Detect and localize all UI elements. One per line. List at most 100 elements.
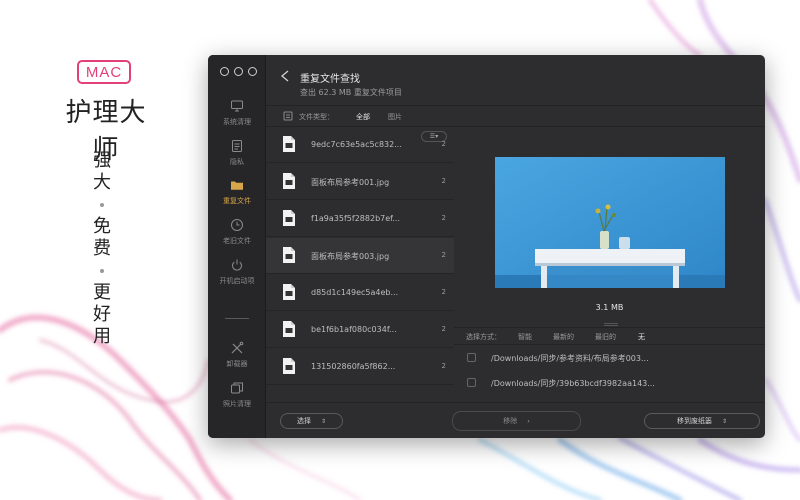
filter-option-images[interactable]: 图片 (388, 112, 402, 122)
clock-icon (231, 219, 243, 231)
sidebar-item-label: 卸载器 (226, 360, 248, 368)
slogan: 强 大 免 费 更 好 用 (90, 150, 114, 348)
image-file-icon (283, 247, 295, 263)
select-button-label: 选择 (296, 417, 311, 425)
sidebar-item-label: 系统清理 (223, 118, 251, 126)
window-controls (220, 67, 257, 76)
minimize-window-button[interactable] (234, 67, 243, 76)
slogan-char: 强 (93, 150, 111, 171)
file-type-filter: 文件类型： 全部 图片 (266, 105, 765, 127)
sidebar-item-label: 老旧文件 (223, 237, 251, 245)
file-name: d85d1c149ec5a4eb... (311, 288, 399, 297)
slogan-char: 大 (93, 172, 111, 193)
sidebar: 系统清理 隐私 重复文件 老旧文件 开机启动项 卸载器 照片清理 (208, 55, 266, 438)
sidebar-item-label: 隐私 (230, 158, 244, 166)
list-item[interactable]: 9edc7c63e5ac5c832... 2 (266, 127, 454, 163)
remove-button[interactable]: 移除 › (452, 411, 581, 431)
sidebar-divider (225, 318, 249, 319)
path-checkbox[interactable] (467, 353, 476, 362)
image-file-icon (283, 210, 295, 226)
slogan-dot (100, 269, 104, 273)
image-file-icon (283, 173, 295, 189)
privacy-icon (232, 140, 242, 152)
duplicate-count: 2 (441, 140, 446, 148)
chevron-right-icon: › (527, 417, 530, 425)
duplicate-count: 2 (441, 214, 446, 222)
path-checkbox[interactable] (467, 378, 476, 387)
footer: 选择 ⇕ 移除 › 移到废纸篓 ⇕ (266, 402, 765, 438)
folder-icon (231, 181, 243, 190)
move-to-trash-label: 移到废纸篓 (676, 417, 712, 425)
list-item[interactable]: d85d1c149ec5a4eb... 2 (266, 275, 454, 311)
duplicate-count: 2 (441, 288, 446, 296)
sidebar-item-photo-clean[interactable]: 照片清理 (208, 381, 266, 417)
mac-badge: MAC (77, 60, 131, 84)
file-name: 面板布局参考003.jpg (311, 252, 390, 261)
file-type-icon (283, 111, 293, 121)
page-subtitle: 查出 62.3 MB 重复文件项目 (300, 88, 402, 97)
slogan-char: 免 (93, 216, 111, 237)
list-item[interactable]: f1a9a35f5f2882b7ef... 2 (266, 201, 454, 237)
page-title: 重复文件查找 (300, 74, 360, 85)
duplicate-path-row[interactable]: /Downloads/同步/参考资料/布局参考003... (454, 346, 765, 370)
remove-button-label: 移除 (503, 417, 518, 425)
select-button[interactable]: 选择 ⇕ (280, 413, 343, 429)
file-name: 131502860fa5f862... (311, 362, 396, 371)
photos-icon (231, 382, 243, 394)
app-window: 系统清理 隐私 重复文件 老旧文件 开机启动项 卸载器 照片清理 重复文件查找 … (208, 55, 765, 438)
tools-icon (231, 341, 244, 354)
list-item[interactable]: 131502860fa5f862... 2 (266, 349, 454, 385)
slogan-char: 费 (93, 238, 111, 259)
sidebar-item-privacy[interactable]: 隐私 (208, 139, 266, 175)
image-file-icon (283, 136, 295, 152)
image-file-icon (283, 321, 295, 337)
header: 重复文件查找 查出 62.3 MB 重复文件项目 (266, 55, 765, 105)
duplicate-count: 2 (441, 325, 446, 333)
resize-handle[interactable] (604, 323, 618, 326)
filter-label: 文件类型： (299, 113, 334, 121)
select-oldest[interactable]: 最旧的 (595, 332, 616, 342)
duplicate-count: 2 (441, 251, 446, 259)
slogan-dot (100, 203, 104, 207)
move-to-trash-button[interactable]: 移到废纸篓 ⇕ (644, 413, 760, 429)
sidebar-item-label: 重复文件 (223, 197, 251, 205)
file-name: 面板布局参考001.jpg (311, 178, 390, 187)
select-newest[interactable]: 最新的 (553, 332, 574, 342)
monitor-icon (231, 100, 243, 112)
list-item[interactable]: 面板布局参考003.jpg 2 (266, 238, 454, 274)
selection-mode-label: 选择方式： (466, 333, 501, 341)
sidebar-item-system-clean[interactable]: 系统清理 (208, 99, 266, 135)
filter-option-all[interactable]: 全部 (356, 112, 370, 122)
list-item[interactable]: be1f6b1af080c034f... 2 (266, 312, 454, 348)
image-file-icon (283, 284, 295, 300)
select-smart[interactable]: 智能 (518, 332, 532, 342)
duplicate-path-row[interactable]: /Downloads/同步/39b63bcdf3982aa143... (454, 371, 765, 395)
preview-pane: 3.1 MB 选择方式： 智能 最新的 最旧的 无 /Downloads/同步/… (454, 127, 765, 402)
zoom-window-button[interactable] (248, 67, 257, 76)
path-text: /Downloads/同步/参考资料/布局参考003... (491, 354, 649, 363)
sidebar-item-label: 开机启动项 (219, 277, 255, 285)
close-window-button[interactable] (220, 67, 229, 76)
sidebar-item-duplicates[interactable]: 重复文件 (208, 178, 266, 214)
preview-image (495, 157, 725, 288)
select-none[interactable]: 无 (638, 332, 645, 342)
duplicate-count: 2 (441, 362, 446, 370)
file-name: 9edc7c63e5ac5c832... (311, 140, 402, 149)
sidebar-item-startup[interactable]: 开机启动项 (208, 258, 266, 294)
slogan-char: 好 (93, 304, 111, 325)
sidebar-item-label: 照片清理 (223, 400, 251, 408)
file-list: ☰ ▾ 9edc7c63e5ac5c832... 2 面板布局参考001.jpg … (266, 127, 454, 402)
slogan-char: 用 (93, 326, 111, 347)
path-text: /Downloads/同步/39b63bcdf3982aa143... (491, 379, 655, 388)
sidebar-item-uninstaller[interactable]: 卸载器 (208, 341, 266, 377)
back-icon[interactable] (278, 69, 292, 83)
file-size: 3.1 MB (595, 303, 624, 312)
sidebar-item-old-files[interactable]: 老旧文件 (208, 218, 266, 254)
selection-mode-bar: 选择方式： 智能 最新的 最旧的 无 (454, 327, 765, 345)
updown-icon: ⇕ (721, 417, 728, 425)
duplicate-count: 2 (441, 177, 446, 185)
list-item[interactable]: 面板布局参考001.jpg 2 (266, 164, 454, 200)
slogan-char: 更 (93, 282, 111, 303)
power-icon (232, 259, 242, 271)
file-name: be1f6b1af080c034f... (311, 325, 397, 334)
